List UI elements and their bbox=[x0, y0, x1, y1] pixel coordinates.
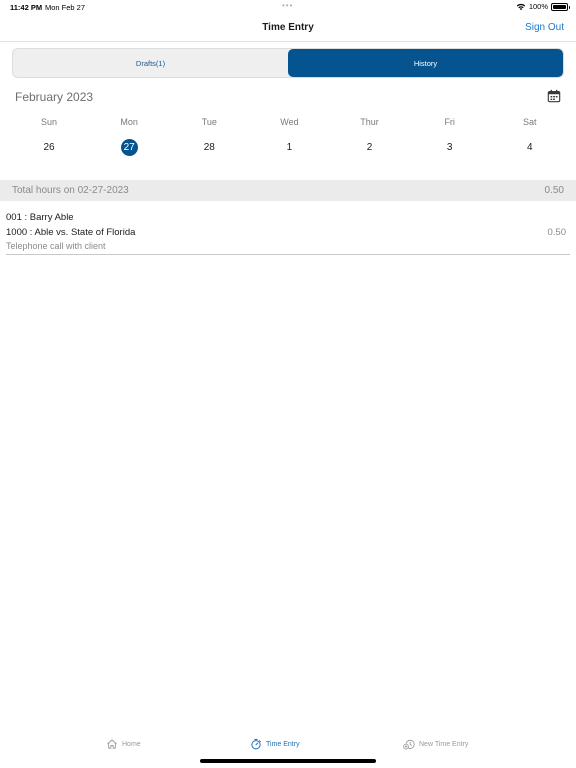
bottom-tab-bar: Home Time Entry New Time Entry bbox=[0, 734, 576, 758]
tab-time-entry[interactable]: Time Entry bbox=[250, 738, 300, 750]
entry-description: Telephone call with client bbox=[6, 241, 106, 251]
total-hours-label: Total hours on 02-27-2023 bbox=[12, 185, 129, 196]
week-date-row: 26 27 28 1 2 3 4 bbox=[9, 138, 570, 156]
entry-matter: 1000 : Able vs. State of Florida bbox=[6, 227, 136, 238]
tab-home-label: Home bbox=[122, 740, 141, 748]
weekday-sat: Sat bbox=[523, 117, 537, 127]
weekday-tue: Tue bbox=[201, 117, 217, 127]
tab-new-time-entry-label: New Time Entry bbox=[419, 740, 469, 748]
page-title: Time Entry bbox=[262, 22, 314, 33]
time-entry-row[interactable]: 001 : Barry Able 1000 : Able vs. State o… bbox=[6, 208, 570, 255]
date-cell[interactable]: 28 bbox=[169, 138, 249, 156]
month-label: February 2023 bbox=[15, 90, 94, 104]
multitasking-dots[interactable]: ••• bbox=[282, 1, 293, 10]
weekday-fri: Fri bbox=[444, 117, 455, 127]
entry-hours: 0.50 bbox=[547, 227, 567, 238]
tab-drafts[interactable]: Drafts(1) bbox=[13, 49, 288, 77]
entry-client: 001 : Barry Able bbox=[6, 212, 74, 223]
total-hours-bar: Total hours on 02-27-2023 0.50 bbox=[0, 180, 576, 201]
calendar-icon[interactable] bbox=[547, 89, 561, 103]
view-segmented-control: Drafts(1) History bbox=[12, 48, 564, 78]
weekday-thur: Thur bbox=[360, 117, 379, 127]
tab-time-entry-label: Time Entry bbox=[266, 740, 300, 748]
date-number[interactable]: 3 bbox=[441, 139, 458, 156]
tab-home[interactable]: Home bbox=[106, 738, 141, 750]
home-icon bbox=[107, 739, 117, 749]
weekday-mon: Mon bbox=[120, 117, 138, 127]
status-bar: 11:42 PM Mon Feb 27 ••• 100% bbox=[0, 0, 576, 14]
date-cell[interactable]: 3 bbox=[410, 138, 490, 156]
total-hours-value: 0.50 bbox=[544, 185, 564, 196]
date-number[interactable]: 28 bbox=[201, 139, 218, 156]
home-indicator[interactable] bbox=[200, 759, 376, 763]
weekday-sun: Sun bbox=[41, 117, 58, 127]
date-cell[interactable]: 2 bbox=[330, 138, 410, 156]
weekday-header-row: Sun Mon Tue Wed Thur Fri Sat bbox=[9, 117, 570, 129]
date-number[interactable]: 26 bbox=[41, 139, 58, 156]
date-cell-selected[interactable]: 27 bbox=[89, 138, 169, 156]
date-number[interactable]: 4 bbox=[521, 139, 538, 156]
stopwatch-icon bbox=[251, 738, 261, 750]
navigation-bar: Time Entry Sign Out bbox=[0, 14, 576, 42]
date-number[interactable]: 2 bbox=[361, 139, 378, 156]
weekday-wed: Wed bbox=[280, 117, 299, 127]
battery-percent: 100% bbox=[528, 2, 548, 11]
status-date: Mon Feb 27 bbox=[45, 3, 86, 12]
date-cell[interactable]: 26 bbox=[9, 138, 89, 156]
tab-new-time-entry[interactable]: New Time Entry bbox=[403, 738, 468, 750]
status-indicators: 100% bbox=[516, 2, 570, 11]
new-time-entry-icon bbox=[403, 739, 415, 750]
date-cell[interactable]: 1 bbox=[249, 138, 329, 156]
tab-history[interactable]: History bbox=[288, 49, 563, 77]
selected-date-number[interactable]: 27 bbox=[120, 138, 138, 156]
sign-out-button[interactable]: Sign Out bbox=[525, 22, 564, 33]
battery-icon bbox=[551, 2, 570, 11]
wifi-icon bbox=[516, 3, 526, 10]
date-number[interactable]: 1 bbox=[281, 139, 298, 156]
month-header: February 2023 bbox=[0, 88, 576, 108]
date-cell[interactable]: 4 bbox=[490, 138, 570, 156]
status-time: 11:42 PM bbox=[10, 3, 43, 12]
